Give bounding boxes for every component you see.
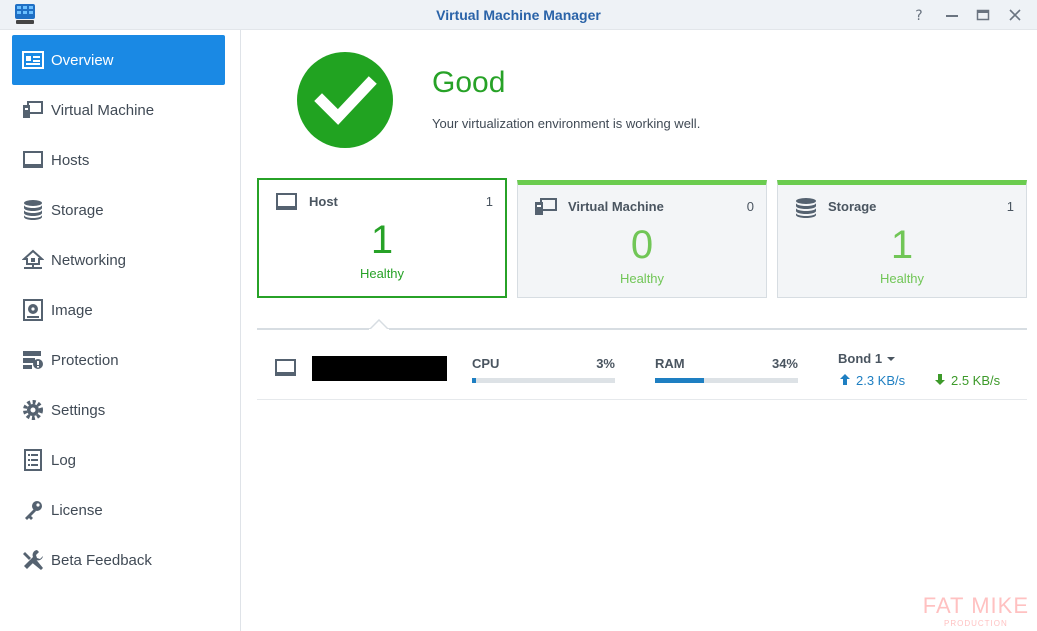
sidebar-item-protection[interactable]: Protection — [12, 335, 225, 385]
sidebar-item-label: Settings — [51, 401, 106, 419]
card-count: 1 — [1006, 199, 1014, 214]
sidebar-item-hosts[interactable]: Hosts — [12, 135, 225, 185]
tools-icon — [21, 548, 45, 572]
sidebar-item-virtual-machine[interactable]: Virtual Machine — [12, 85, 225, 135]
sidebar-item-label: Networking — [51, 251, 127, 269]
arrow-down-icon — [935, 373, 945, 388]
sidebar-item-log[interactable]: Log — [12, 435, 225, 485]
protection-icon — [21, 348, 45, 372]
ram-value: 34% — [771, 356, 798, 371]
watermark-main: FAT MIKE — [922, 593, 1029, 618]
close-icon[interactable] — [1005, 5, 1025, 25]
sidebar-item-overview[interactable]: Overview — [12, 35, 225, 85]
card-count: 1 — [485, 194, 493, 209]
storage-summary-card[interactable]: Storage 1 1 Healthy — [777, 180, 1027, 298]
cpu-usage-fill — [472, 378, 477, 383]
cpu-label: CPU — [472, 356, 500, 371]
overview-icon — [21, 48, 45, 72]
card-title: Storage — [828, 199, 877, 214]
status-good-icon — [297, 52, 393, 148]
sidebar-item-settings[interactable]: Settings — [12, 385, 225, 435]
window-title: Virtual Machine Manager — [436, 7, 601, 23]
arrow-up-icon — [840, 373, 850, 388]
virtual-machine-icon — [534, 197, 558, 217]
virtual-machine-summary-card[interactable]: Virtual Machine 0 0 Healthy — [517, 180, 767, 298]
title-bar: Virtual Machine Manager ? — [0, 0, 1037, 30]
sidebar-item-label: Image — [51, 301, 93, 319]
monitor-icon — [275, 192, 299, 212]
table-row[interactable]: CPU 3% RAM 34% Bond 1 2.3 KB/s 2.5 KB/s — [257, 342, 1027, 400]
minimize-icon[interactable] — [942, 5, 962, 25]
gear-icon — [21, 398, 45, 422]
log-icon — [21, 448, 45, 472]
sidebar-item-label: License — [51, 501, 103, 519]
card-title: Virtual Machine — [568, 199, 664, 214]
sidebar-item-label: Protection — [51, 351, 119, 369]
cpu-usage-bar — [472, 378, 615, 383]
status-description: Your virtualization environment is worki… — [432, 116, 701, 131]
card-count: 0 — [746, 199, 754, 214]
disc-icon — [21, 298, 45, 322]
upload-speed-value: 2.3 KB/s — [856, 373, 906, 388]
watermark: FAT MIKE PRODUCTION — [923, 593, 1029, 628]
key-icon — [21, 498, 45, 522]
sidebar-item-networking[interactable]: Networking — [12, 235, 225, 285]
card-value: 1 — [890, 223, 914, 267]
sidebar: Overview Virtual Machine Hosts Storage N… — [0, 30, 241, 631]
card-status: Healthy — [359, 266, 405, 281]
sidebar-item-label: Beta Feedback — [51, 551, 152, 569]
card-status: Healthy — [879, 271, 925, 286]
card-value: 0 — [630, 223, 654, 267]
selection-pointer — [368, 318, 390, 331]
cpu-value: 3% — [596, 356, 615, 371]
host-summary-card[interactable]: Host 1 1 Healthy — [257, 178, 507, 298]
status-title: Good — [432, 66, 506, 99]
ram-label: RAM — [655, 356, 685, 371]
watermark-sub: PRODUCTION — [944, 619, 1008, 628]
sidebar-item-beta-feedback[interactable]: Beta Feedback — [12, 535, 225, 585]
sidebar-item-label: Virtual Machine — [51, 101, 155, 119]
bond-selector[interactable]: Bond 1 — [838, 351, 896, 366]
download-speed-value: 2.5 KB/s — [951, 373, 1001, 388]
sidebar-item-label: Overview — [51, 51, 114, 69]
sidebar-item-image[interactable]: Image — [12, 285, 225, 335]
card-title: Host — [309, 194, 338, 209]
maximize-icon[interactable] — [973, 5, 993, 25]
sidebar-item-label: Log — [51, 451, 77, 469]
chevron-down-icon — [886, 351, 896, 366]
help-icon[interactable]: ? — [909, 5, 929, 25]
sidebar-item-label: Hosts — [51, 151, 90, 169]
card-value: 1 — [370, 218, 394, 262]
monitor-icon — [274, 358, 298, 378]
bond-label: Bond 1 — [838, 351, 883, 366]
database-icon — [794, 197, 818, 218]
database-icon — [21, 198, 45, 222]
svg-text:?: ? — [915, 8, 922, 24]
ram-usage-bar — [655, 378, 798, 383]
sidebar-item-label: Storage — [51, 201, 104, 219]
upload-speed: 2.3 KB/s — [840, 373, 905, 388]
download-speed: 2.5 KB/s — [935, 373, 1000, 388]
sidebar-item-storage[interactable]: Storage — [12, 185, 225, 235]
card-status: Healthy — [619, 271, 665, 286]
main-content: Good Your virtualization environment is … — [242, 30, 1037, 631]
virtual-machine-icon — [21, 98, 45, 122]
monitor-icon — [21, 148, 45, 172]
ram-usage-fill — [655, 378, 704, 383]
host-name-redacted — [312, 356, 447, 381]
sidebar-item-license[interactable]: License — [12, 485, 225, 535]
network-icon — [21, 248, 45, 272]
